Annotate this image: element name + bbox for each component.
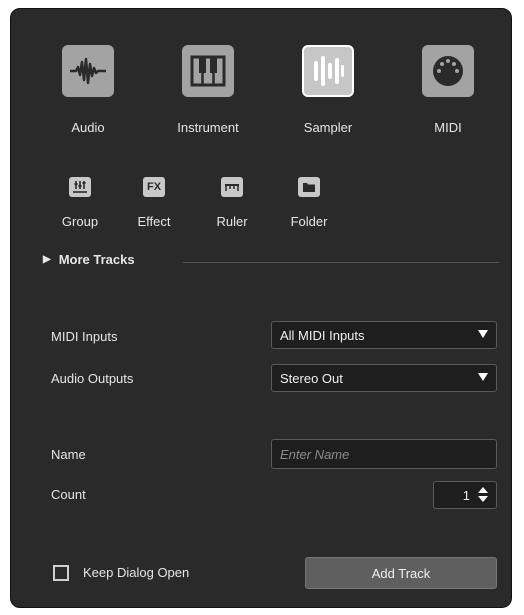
piano-keys-icon <box>190 55 226 87</box>
effect-track-label: Effect <box>137 214 171 229</box>
stepper-arrows-icon[interactable] <box>478 487 488 503</box>
keep-dialog-open-checkbox[interactable] <box>53 565 69 581</box>
midi-inputs-select[interactable]: All MIDI Inputs <box>271 321 497 349</box>
ruler-track-button[interactable] <box>221 177 243 197</box>
audio-outputs-label: Audio Outputs <box>51 371 134 386</box>
name-label: Name <box>51 447 86 462</box>
group-track-button[interactable] <box>69 177 91 197</box>
instrument-track-button[interactable] <box>182 45 234 97</box>
audio-outputs-value: Stereo Out <box>280 370 343 386</box>
audio-track-label: Audio <box>71 120 105 135</box>
midi-track-button[interactable] <box>422 45 474 97</box>
dropdown-arrow-icon <box>478 330 488 338</box>
folder-track-button[interactable] <box>298 177 320 197</box>
dropdown-arrow-icon <box>478 373 488 381</box>
add-track-button-label: Add Track <box>371 565 431 581</box>
sampler-track-label: Sampler <box>303 120 353 135</box>
instrument-track-label: Instrument <box>177 120 239 135</box>
midi-track-label: MIDI <box>434 120 462 135</box>
sampler-track-button[interactable] <box>302 45 354 97</box>
effect-track-button[interactable]: FX <box>143 177 165 197</box>
midi-inputs-value: All MIDI Inputs <box>280 327 365 343</box>
group-fader-icon <box>73 181 87 193</box>
expand-triangle-icon: ▶ <box>43 254 51 265</box>
midi-inputs-label: MIDI Inputs <box>51 329 118 344</box>
keep-dialog-open-label: Keep Dialog Open <box>83 565 190 580</box>
sampler-bars-icon <box>314 56 344 86</box>
audio-outputs-select[interactable]: Stereo Out <box>271 364 497 392</box>
audio-waveform-icon <box>70 57 106 85</box>
add-track-dialog: Audio Instrument Sampler MIDI Group FX E… <box>10 8 512 608</box>
group-track-label: Group <box>61 214 99 229</box>
add-track-button[interactable]: Add Track <box>305 557 497 589</box>
more-tracks-toggle[interactable]: ▶ More Tracks <box>43 252 135 267</box>
fx-icon: FX <box>146 181 162 193</box>
count-value: 1 <box>462 487 470 503</box>
name-input[interactable] <box>271 439 497 469</box>
count-stepper[interactable]: 1 <box>433 481 497 509</box>
more-tracks-label: More Tracks <box>58 252 135 267</box>
section-divider <box>183 262 499 263</box>
midi-connector-icon <box>433 56 463 86</box>
count-label: Count <box>51 487 86 502</box>
audio-track-button[interactable] <box>62 45 114 97</box>
ruler-icon <box>225 184 239 191</box>
ruler-track-label: Ruler <box>216 214 248 229</box>
folder-icon <box>303 183 315 192</box>
folder-track-label: Folder <box>290 214 328 229</box>
